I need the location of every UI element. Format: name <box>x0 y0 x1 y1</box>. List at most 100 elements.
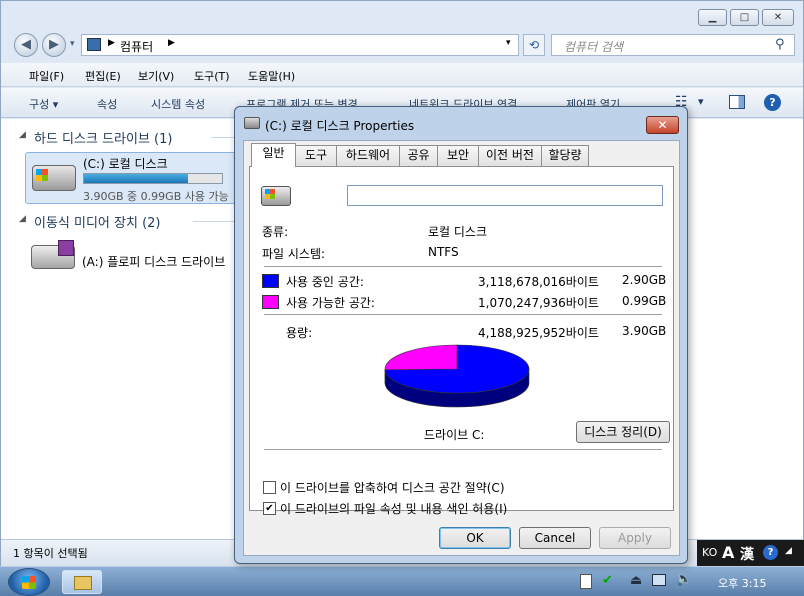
tab-sharing[interactable]: 공유 <box>399 145 438 166</box>
tab-previous-versions[interactable]: 이전 버전 <box>478 145 542 166</box>
compress-label[interactable]: 이 드라이브를 압축하여 디스크 공간 절약(C) <box>280 479 505 496</box>
ime-options-icon[interactable]: ◢ <box>785 546 792 556</box>
floppy-disk-icon <box>58 240 74 256</box>
language-bar: KO A 漢 ? ◢ <box>697 540 804 566</box>
ime-help-icon[interactable]: ? <box>763 545 778 560</box>
free-space-gb: 0.99GB <box>622 294 667 308</box>
drive-c-usage-fill <box>84 174 188 183</box>
used-space-label: 사용 중인 공간: <box>286 275 364 289</box>
drive-a-name: (A:) 플로피 디스크 드라이브 <box>82 255 226 269</box>
minimize-button[interactable]: ▁ <box>698 9 727 26</box>
status-text: 1 항목이 선택됨 <box>13 547 88 560</box>
group-header-removable[interactable]: 이동식 미디어 장치 (2) <box>34 212 161 231</box>
back-button[interactable]: ◀ <box>14 33 38 57</box>
index-label[interactable]: 이 드라이브의 파일 속성 및 내용 색인 허용(I) <box>280 500 507 517</box>
menu-help[interactable]: 도움말(H) <box>248 68 295 84</box>
menu-tools[interactable]: 도구(T) <box>194 68 230 84</box>
taskbar: ✔ ⏏ 🔈 오후 3:15 <box>0 566 804 596</box>
folder-icon <box>74 576 92 590</box>
used-space-gb: 2.90GB <box>622 273 667 287</box>
windows-logo-icon <box>265 189 275 199</box>
drive-icon <box>244 117 260 129</box>
used-space-swatch <box>262 274 279 288</box>
apply-button[interactable]: Apply <box>599 527 671 549</box>
close-button[interactable]: ✕ <box>762 9 794 26</box>
start-button[interactable] <box>8 568 50 596</box>
drive-a-item[interactable]: (A:) 플로피 디스크 드라이브 <box>25 239 237 279</box>
index-checkbox[interactable]: ✔ <box>263 502 276 515</box>
free-space-swatch <box>262 295 279 309</box>
group-divider <box>193 221 239 222</box>
drive-c-name: (C:) 로컬 디스크 <box>83 157 168 171</box>
free-space-label: 사용 가능한 공간: <box>286 296 375 310</box>
group-header-hdd[interactable]: 하드 디스크 드라이브 (1) <box>34 128 172 147</box>
windows-logo-icon <box>22 576 36 589</box>
menu-view[interactable]: 보기(V) <box>138 68 174 84</box>
ok-button[interactable]: OK <box>439 527 511 549</box>
tray-action-center-icon[interactable]: ✔ <box>602 573 613 588</box>
address-dropdown-icon[interactable]: ▾ <box>506 38 511 48</box>
capacity-gb: 3.90GB <box>622 324 667 338</box>
search-icon[interactable]: ⚲ <box>775 37 785 52</box>
forward-button[interactable]: ▶ <box>42 33 66 57</box>
organize-button[interactable]: 구성 ▾ <box>29 96 58 112</box>
system-properties-button[interactable]: 시스템 속성 <box>151 96 205 112</box>
tray-volume-muted-icon[interactable]: 🔈 <box>676 572 692 587</box>
search-box[interactable]: 컴퓨터 검색 ⚲ <box>551 34 795 56</box>
language-indicator[interactable]: KO <box>702 546 717 559</box>
general-tab-panel: 종류: 로컬 디스크 파일 시스템: NTFS 사용 중인 공간: 3,118,… <box>249 166 674 516</box>
drive-icon <box>261 186 291 206</box>
dialog-title: (C:) 로컬 디스크 Properties <box>265 119 415 133</box>
ime-hanja[interactable]: 漢 <box>740 544 754 564</box>
disk-usage-pie <box>384 344 530 408</box>
computer-icon <box>87 38 101 51</box>
cancel-button[interactable]: Cancel <box>519 527 591 549</box>
compress-checkbox[interactable] <box>263 481 276 494</box>
pie-slice-free <box>384 344 458 371</box>
tray-network-icon[interactable] <box>652 574 666 586</box>
drive-c-space: 3.90GB 중 0.99GB 사용 가능 <box>83 190 229 203</box>
drive-letter-label: 드라이브 C: <box>424 428 485 442</box>
tab-security[interactable]: 보안 <box>437 145 479 166</box>
refresh-button[interactable]: ⟲ <box>523 34 545 56</box>
type-value: 로컬 디스크 <box>428 225 488 239</box>
collapse-group-icon[interactable]: ◢ <box>19 214 26 224</box>
floppy-drive-icon <box>31 240 75 269</box>
tab-quota[interactable]: 할당량 <box>541 145 589 166</box>
tray-usb-icon[interactable]: ⏏ <box>630 573 642 588</box>
properties-dialog: (C:) 로컬 디스크 Properties ✕ 일반 도구 하드웨어 공유 보… <box>234 106 688 564</box>
search-input[interactable]: 컴퓨터 검색 <box>564 38 623 55</box>
properties-button[interactable]: 속성 <box>97 96 117 112</box>
collapse-group-icon[interactable]: ◢ <box>19 130 26 140</box>
drive-c-usage-bar <box>83 173 223 184</box>
address-text[interactable]: 컴퓨터 <box>120 38 153 55</box>
menu-edit[interactable]: 편집(E) <box>85 68 121 84</box>
view-dropdown-icon[interactable]: ▾ <box>698 95 704 108</box>
help-icon[interactable]: ? <box>764 94 781 111</box>
tab-hardware[interactable]: 하드웨어 <box>336 145 400 166</box>
menu-file[interactable]: 파일(F) <box>29 68 64 84</box>
menu-bar: 파일(F) 편집(E) 보기(V) 도구(T) 도움말(H) <box>1 63 803 87</box>
used-space-bytes: 3,118,678,016바이트 <box>478 275 599 289</box>
drive-c-item[interactable]: (C:) 로컬 디스크 3.90GB 중 0.99GB 사용 가능 <box>25 152 237 204</box>
drive-label-input[interactable] <box>347 185 663 206</box>
tab-general[interactable]: 일반 <box>251 143 296 167</box>
dialog-body: 일반 도구 하드웨어 공유 보안 이전 버전 할당량 종류: 로컬 디스크 파일… <box>243 140 680 556</box>
tray-document-icon[interactable] <box>580 574 592 589</box>
type-label: 종류: <box>262 225 289 239</box>
recent-pages-dropdown[interactable]: ▾ <box>70 39 75 49</box>
preview-pane-icon[interactable] <box>729 95 745 109</box>
tab-tools[interactable]: 도구 <box>295 145 337 166</box>
maximize-button[interactable]: □ <box>730 9 759 26</box>
address-bar[interactable]: ▶ 컴퓨터 ▶ ▾ <box>81 34 519 56</box>
breadcrumb-arrow-icon[interactable]: ▶ <box>168 38 175 48</box>
separator <box>264 266 662 267</box>
clock[interactable]: 오후 3:15 <box>718 575 766 591</box>
separator <box>264 449 662 450</box>
ime-mode-a[interactable]: A <box>722 543 734 562</box>
free-space-bytes: 1,070,247,936바이트 <box>478 296 599 310</box>
dialog-close-button[interactable]: ✕ <box>646 116 679 134</box>
disk-cleanup-button[interactable]: 디스크 정리(D) <box>576 421 670 443</box>
capacity-bytes: 4,188,925,952바이트 <box>478 326 599 340</box>
taskbar-explorer-button[interactable] <box>62 570 102 594</box>
